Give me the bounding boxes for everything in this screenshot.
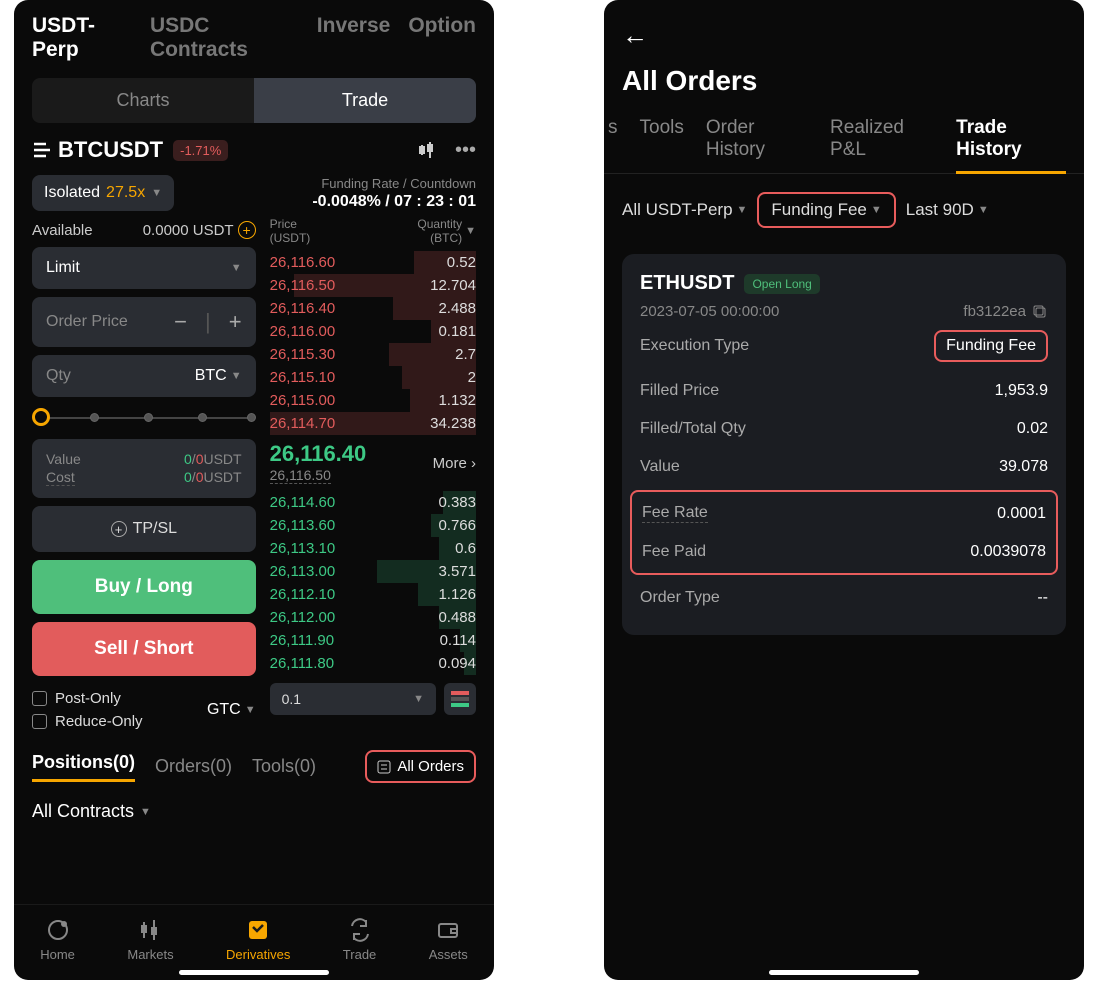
home-icon (45, 917, 71, 943)
order-tabs: s Tools Order History Realized P&L Trade… (604, 103, 1084, 174)
orders-screen: ← All Orders s Tools Order History Reali… (604, 0, 1084, 980)
trade-screen: USDT-Perp USDC Contracts Inverse Option … (14, 0, 494, 980)
nav-home[interactable]: Home (40, 917, 75, 962)
nav-trade[interactable]: Trade (343, 917, 376, 962)
deposit-icon[interactable]: + (238, 221, 256, 239)
tab-positions[interactable]: Positions(0) (32, 752, 135, 782)
tab-option[interactable]: Option (408, 14, 476, 62)
all-orders-link[interactable]: All Orders (365, 750, 476, 783)
value-cost-box: Value0/0USDT Cost0/0USDT (32, 439, 256, 498)
tab-prev-cut[interactable]: s (608, 117, 618, 174)
assets-icon (435, 917, 461, 943)
home-indicator (769, 970, 919, 975)
nav-assets[interactable]: Assets (429, 917, 468, 962)
card-time: 2023-07-05 00:00:00 (640, 303, 779, 320)
tab-trade-history[interactable]: Trade History (956, 117, 1066, 174)
orderbook-mid: 26,116.40 26,116.50 More › (270, 435, 476, 491)
trade-icon (347, 917, 373, 943)
last-price: 26,116.40 (270, 441, 367, 467)
tab-usdc[interactable]: USDC Contracts (150, 14, 299, 62)
bottom-nav: Home Markets Derivatives Trade Assets (14, 904, 494, 980)
tab-order-history[interactable]: Order History (706, 117, 808, 174)
charts-trade-toggle[interactable]: Charts Trade (32, 78, 476, 123)
segment-charts[interactable]: Charts (32, 78, 254, 123)
reduce-only-checkbox[interactable]: Reduce-Only (32, 713, 143, 730)
qty-input[interactable]: Qty BTC (32, 355, 256, 397)
more-icon[interactable]: ••• (455, 139, 476, 162)
nav-markets[interactable]: Markets (127, 917, 173, 962)
filter-type[interactable]: Funding Fee (757, 192, 895, 228)
fee-highlight: Fee Rate0.0001 Fee Paid0.0039078 (630, 490, 1058, 575)
pct-change: -1.71% (173, 140, 228, 161)
card-side: Open Long (744, 274, 819, 294)
orderbook-header: Price(USDT) Quantity(BTC) (270, 215, 476, 251)
back-button[interactable]: ← (622, 20, 1066, 51)
menu-icon (32, 140, 52, 160)
plus-icon[interactable]: + (229, 309, 242, 335)
orderbook-bids[interactable]: 26,114.600.38326,113.600.76626,113.100.6… (270, 491, 476, 675)
tpsl-button[interactable]: + TP/SL (32, 506, 256, 552)
page-title: All Orders (622, 65, 1066, 97)
bottom-tabs: Positions(0) Orders(0) Tools(0) All Orde… (14, 736, 494, 791)
leverage-selector[interactable]: Isolated 27.5x (32, 175, 174, 211)
minus-icon[interactable]: − (174, 309, 187, 335)
copy-icon (1032, 304, 1048, 320)
tab-inverse[interactable]: Inverse (317, 14, 391, 62)
pair-selector[interactable]: BTCUSDT (32, 137, 163, 163)
sell-button[interactable]: Sell / Short (32, 622, 256, 676)
filter-pair[interactable]: All USDT-Perp (622, 200, 747, 220)
exec-type-value: Funding Fee (934, 330, 1048, 362)
price-input[interactable]: Order Price −|+ (32, 297, 256, 347)
candlestick-icon[interactable] (417, 139, 439, 161)
list-icon (377, 760, 391, 774)
tab-tools[interactable]: Tools (640, 117, 684, 174)
tab-orders[interactable]: Orders(0) (155, 756, 232, 777)
orderbook-more[interactable]: More › (433, 455, 476, 472)
market-type-tabs: USDT-Perp USDC Contracts Inverse Option (14, 0, 494, 72)
tab-realized-pnl[interactable]: Realized P&L (830, 117, 934, 174)
buy-button[interactable]: Buy / Long (32, 560, 256, 614)
segment-trade[interactable]: Trade (254, 78, 476, 123)
contracts-filter[interactable]: All Contracts (14, 791, 494, 832)
orderbook-asks[interactable]: 26,116.600.5226,116.5012.70426,116.402.4… (270, 251, 476, 435)
order-type-select[interactable]: Limit (32, 247, 256, 289)
home-indicator (179, 970, 329, 975)
filter-period[interactable]: Last 90D (906, 200, 989, 220)
qty-slider[interactable] (36, 411, 252, 425)
derivatives-icon (245, 917, 271, 943)
aggregation-select[interactable]: 0.1 (270, 683, 436, 715)
tab-usdt-perp[interactable]: USDT-Perp (32, 14, 132, 62)
markets-icon (137, 917, 163, 943)
post-only-checkbox[interactable]: Post-Only (32, 690, 143, 707)
mark-price: 26,116.50 (270, 467, 331, 484)
card-id[interactable]: fb3122ea (963, 303, 1048, 320)
trade-card: ETHUSDT Open Long 2023-07-05 00:00:00 fb… (622, 254, 1066, 635)
available-balance: Available 0.0000 USDT+ (32, 221, 256, 239)
card-symbol: ETHUSDT (640, 272, 734, 295)
nav-derivatives[interactable]: Derivatives (226, 917, 290, 962)
tif-select[interactable]: GTC (207, 701, 256, 719)
funding-info: Funding Rate / Countdown -0.0048% / 07 :… (312, 176, 476, 211)
orderbook-layout-icon[interactable] (444, 683, 476, 715)
tab-tools[interactable]: Tools(0) (252, 756, 316, 777)
